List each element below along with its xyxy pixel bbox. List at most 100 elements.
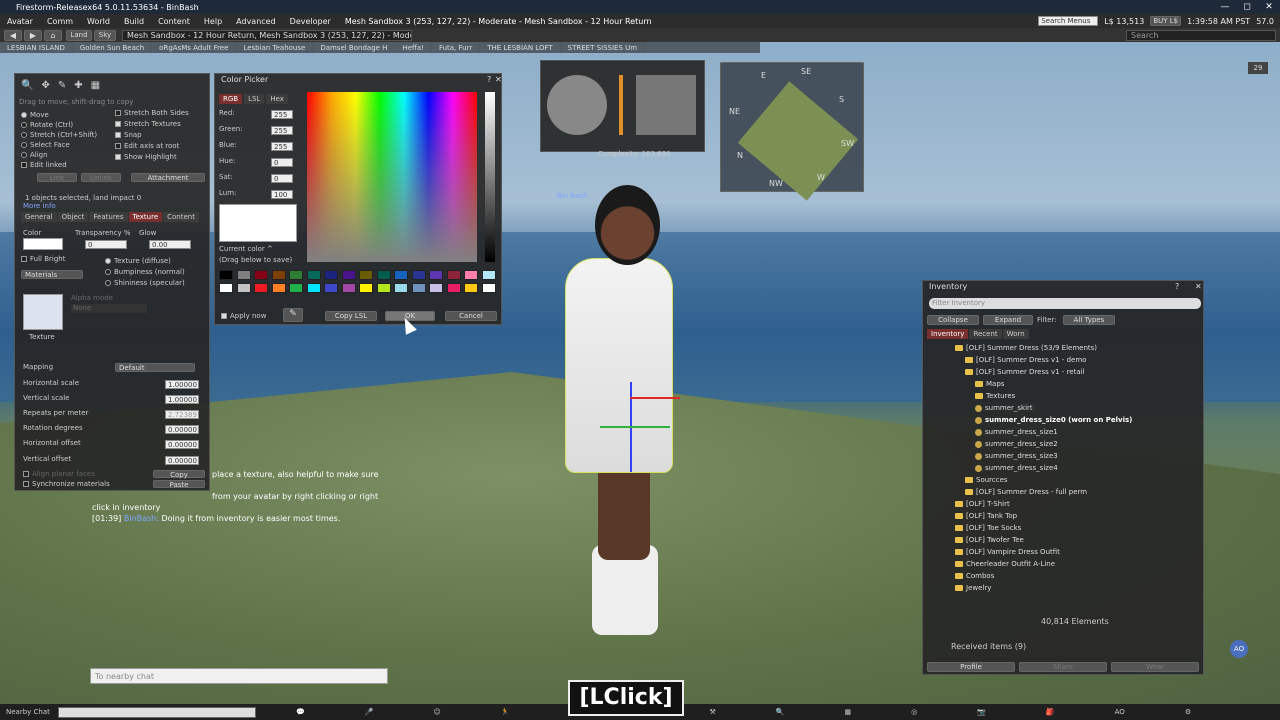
inventory-folder[interactable]: Maps	[975, 380, 1004, 388]
radio-icon[interactable]	[21, 132, 27, 138]
people-icon[interactable]: ☺	[433, 708, 440, 716]
move-option[interactable]: Move	[30, 111, 49, 119]
checkbox-icon[interactable]	[115, 110, 121, 116]
color-swatch[interactable]	[376, 270, 391, 280]
nearby-chat-label[interactable]: Nearby Chat	[0, 708, 58, 716]
search-icon[interactable]: 🔍	[776, 708, 785, 716]
blue-input[interactable]: 255	[271, 142, 293, 151]
inventory-folder[interactable]: [OLF] Summer Dress v1 - demo	[965, 356, 1086, 364]
inventory-item[interactable]: summer_dress_size2	[975, 440, 1058, 448]
favorite-item[interactable]: Damsel Bondage H	[313, 43, 396, 52]
shininess-option[interactable]: Shininess (specular)	[114, 279, 185, 287]
color-swatch[interactable]	[376, 283, 391, 293]
inventory-icon[interactable]: 🎒	[1046, 708, 1055, 716]
move-tool-icon[interactable]: ✥	[41, 80, 49, 91]
color-swatch[interactable]	[271, 270, 286, 280]
color-swatch[interactable]	[23, 238, 63, 250]
collapse-button[interactable]: Collapse	[927, 315, 979, 325]
radio-icon[interactable]	[105, 280, 111, 286]
inventory-folder[interactable]: [OLF] Vampire Dress Outfit	[955, 548, 1060, 556]
horizontal-offset-input[interactable]: 0.00000	[165, 440, 199, 449]
stretch-option[interactable]: Stretch (Ctrl+Shift)	[30, 131, 97, 139]
vertical-offset-input[interactable]: 0.00000	[165, 456, 199, 465]
close-icon[interactable]: ✕	[495, 75, 502, 84]
horizontal-scale-input[interactable]: 1.00000	[165, 380, 199, 389]
share-button[interactable]: Share	[1019, 662, 1107, 672]
menu-comm[interactable]: Comm	[40, 17, 80, 26]
alpha-mode-dropdown[interactable]: None	[71, 304, 147, 313]
repeats-per-meter-input[interactable]: 2.72389	[165, 410, 199, 419]
attachment-dropdown[interactable]: Attachment	[131, 173, 205, 182]
tab-lsl[interactable]: LSL	[244, 94, 265, 104]
vertical-scale-input[interactable]: 1.00000	[165, 395, 199, 404]
inventory-folder[interactable]: Textures	[975, 392, 1015, 400]
copy-lsl-button[interactable]: Copy LSL	[325, 311, 377, 321]
tab-inventory[interactable]: Inventory	[927, 329, 969, 339]
tab-content[interactable]: Content	[163, 212, 199, 222]
sky-button[interactable]: Sky	[94, 29, 116, 41]
color-swatch[interactable]	[359, 270, 373, 280]
land-tool-icon[interactable]: ▦	[91, 80, 100, 91]
mapping-dropdown[interactable]: Default	[115, 363, 195, 372]
unlink-button[interactable]: Unlink	[81, 173, 121, 182]
radio-icon[interactable]	[21, 142, 27, 148]
inventory-item[interactable]: summer_dress_size0 (worn on Pelvis)	[975, 416, 1132, 424]
inventory-folder[interactable]: [OLF] Summer Dress (53/9 Elements)	[955, 344, 1097, 352]
inventory-folder[interactable]: Combos	[955, 572, 994, 580]
color-swatch[interactable]	[236, 270, 251, 280]
inventory-folder[interactable]: [OLF] Summer Dress - full perm	[965, 488, 1087, 496]
snap-option[interactable]: Snap	[124, 131, 142, 139]
inventory-folder[interactable]: [OLF] T-Shirt	[955, 500, 1010, 508]
color-swatch[interactable]	[411, 283, 426, 293]
tab-recent[interactable]: Recent	[969, 329, 1002, 339]
inventory-folder[interactable]: [OLF] Toe Socks	[955, 524, 1021, 532]
inventory-folder[interactable]: [OLF] Twofer Tee	[955, 536, 1024, 544]
inventory-item[interactable]: summer_dress_size3	[975, 452, 1058, 460]
close-icon[interactable]: ✕	[1195, 282, 1202, 291]
voice-icon[interactable]: 🎤	[365, 708, 374, 716]
color-swatch[interactable]	[254, 270, 268, 280]
inventory-item[interactable]: summer_dress_size1	[975, 428, 1058, 436]
rotate-option[interactable]: Rotate (Ctrl)	[30, 121, 73, 129]
search-menus-field[interactable]: Search Menus	[1038, 16, 1099, 26]
color-swatch[interactable]	[289, 270, 303, 280]
checkbox-icon[interactable]	[115, 121, 121, 127]
favorite-item[interactable]: Futa, Furr	[432, 43, 481, 52]
color-swatch[interactable]	[481, 270, 496, 280]
more-info-link[interactable]: More info	[23, 202, 56, 210]
color-swatch[interactable]	[394, 270, 408, 280]
address-bar[interactable]: Mesh Sandbox - 12 Hour Return, Mesh Sand…	[122, 29, 412, 41]
color-swatch[interactable]	[324, 270, 338, 280]
apply-now-option[interactable]: Apply now	[230, 312, 266, 320]
ao-button[interactable]: AO	[1115, 708, 1125, 716]
texture-diffuse-option[interactable]: Texture (diffuse)	[114, 257, 171, 265]
back-icon[interactable]: ◀	[4, 29, 22, 41]
color-spectrum[interactable]	[307, 92, 477, 262]
favorite-item[interactable]: THE LESBIAN LOFT	[480, 43, 561, 52]
transparency-input[interactable]: 0	[85, 240, 127, 249]
inventory-folder[interactable]: [OLF] Summer Dress v1 - retail	[965, 368, 1085, 376]
radio-icon[interactable]	[105, 258, 111, 264]
orbit-control-icon[interactable]	[547, 75, 607, 135]
stretch-both-sides-option[interactable]: Stretch Both Sides	[124, 109, 189, 117]
x-axis-arrow[interactable]	[630, 397, 680, 399]
build-icon[interactable]: ⚒	[709, 708, 715, 716]
color-swatch[interactable]	[254, 283, 268, 293]
link-button[interactable]: Link	[37, 173, 77, 182]
tab-rgb[interactable]: RGB	[219, 94, 243, 104]
rotation-input[interactable]: 0.00000	[165, 425, 199, 434]
favorite-item[interactable]: Lesbian Teahouse	[236, 43, 314, 52]
buy-currency-button[interactable]: BUY L$	[1150, 16, 1182, 26]
home-icon[interactable]: ⌂	[44, 29, 62, 41]
minimap[interactable]: E SE S SW W NW N NE	[720, 62, 864, 201]
edit-tool-icon[interactable]: ✎	[58, 80, 66, 91]
location-text[interactable]: Mesh Sandbox 3 (253, 127, 22) - Moderate…	[338, 17, 659, 26]
land-button[interactable]: Land	[66, 29, 92, 41]
color-swatch[interactable]	[359, 283, 373, 293]
received-items[interactable]: Received items (9)	[951, 642, 1026, 651]
focus-tool-icon[interactable]: 🔍	[21, 80, 33, 91]
minimize-button[interactable]: —	[1214, 2, 1236, 12]
inventory-folder[interactable]: Cheerleader Outfit A-Line	[955, 560, 1055, 568]
inventory-item[interactable]: summer_dress_size4	[975, 464, 1058, 472]
filter-type-dropdown[interactable]: All Types	[1063, 315, 1115, 325]
